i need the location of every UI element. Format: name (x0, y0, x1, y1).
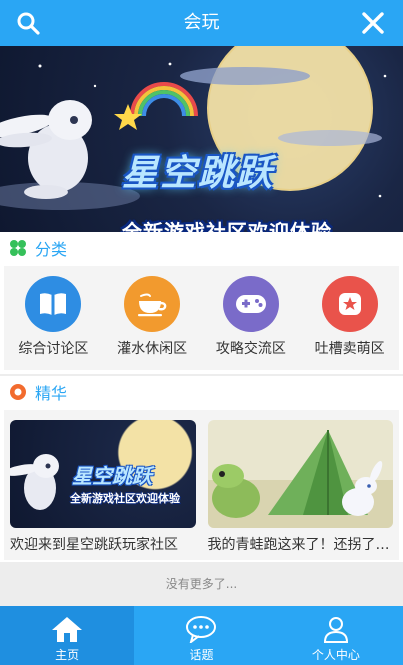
home-icon (51, 614, 83, 644)
category-icon-badge (321, 276, 378, 332)
flower-icon (10, 384, 26, 400)
categories-heading: 分类 (0, 232, 403, 264)
app-title: 会玩 (183, 12, 220, 33)
tab-profile[interactable]: 个人中心 (269, 606, 403, 665)
featured-heading: 精华 (0, 376, 403, 408)
category-label: 综合讨论区 (18, 341, 89, 357)
category-icon-badge (25, 276, 82, 332)
close-button[interactable] (357, 7, 389, 39)
banner-title: 星空跳跃 (122, 153, 275, 194)
category-general-discussion[interactable]: 综合讨论区 (4, 266, 103, 370)
category-strategy-exchange[interactable]: 攻略交流区 (202, 266, 301, 370)
featured-post[interactable]: 我的青蛙跑这来了！还拐了… (202, 410, 400, 560)
coffee-cup-icon (138, 293, 167, 317)
category-label: 灌水休闲区 (117, 341, 188, 357)
featured-post-thumbnail: 星空跳跃 全新游戏社区欢迎体验 (10, 420, 196, 528)
tab-topics[interactable]: 话题 (134, 606, 268, 665)
gamepad-icon (235, 295, 266, 313)
category-grid: 综合讨论区 灌水休闲区 攻略交流区 吐槽卖萌区 (4, 266, 399, 370)
tab-label: 主页 (55, 648, 80, 662)
star-badge-icon (338, 293, 361, 315)
featured-post-title: 欢迎来到星空跳跃玩家社区 (10, 537, 178, 553)
categories-heading-label: 分类 (35, 240, 68, 259)
featured-thumb-subtitle: 全新游戏社区欢迎体验 (70, 492, 180, 505)
featured-heading-label: 精华 (35, 384, 68, 403)
tab-home[interactable]: 主页 (0, 606, 135, 665)
promo-banner[interactable]: 星空跳跃 全新游戏社区欢迎体验 (0, 46, 403, 232)
category-rant-cute[interactable]: 吐槽卖萌区 (300, 266, 399, 370)
close-icon (362, 12, 384, 34)
featured-grid: 星空跳跃 全新游戏社区欢迎体验 欢迎来到星空跳跃玩家社区 我的青蛙跑这来了！还拐… (4, 410, 399, 560)
featured-post-thumbnail (207, 420, 393, 528)
frog-and-rabbit-illustration (207, 430, 393, 528)
clover-icon (10, 240, 26, 256)
top-app-bar: 会玩 (0, 0, 403, 46)
banner-artwork (0, 46, 387, 210)
featured-post[interactable]: 星空跳跃 全新游戏社区欢迎体验 欢迎来到星空跳跃玩家社区 (4, 410, 202, 560)
category-casual-chat[interactable]: 灌水休闲区 (103, 266, 202, 370)
tab-label: 话题 (189, 648, 214, 662)
category-label: 攻略交流区 (215, 341, 286, 357)
book-icon (40, 293, 67, 315)
end-of-list-notice: 没有更多了... (165, 577, 238, 591)
category-icon-badge (124, 276, 181, 332)
user-icon (320, 614, 352, 644)
bottom-tab-bar: 主页 话题 个人中心 (0, 606, 403, 665)
featured-thumb-title: 星空跳跃 (72, 464, 152, 488)
rabbit-illustration (10, 454, 59, 510)
featured-post-title: 我的青蛙跑这来了！还拐了… (207, 537, 390, 553)
category-label: 吐槽卖萌区 (314, 341, 385, 357)
chat-bubble-icon (185, 614, 217, 644)
banner-subtitle: 全新游戏社区欢迎体验 (122, 220, 332, 232)
category-icon-badge (222, 276, 279, 332)
tab-label: 个人中心 (311, 648, 360, 662)
